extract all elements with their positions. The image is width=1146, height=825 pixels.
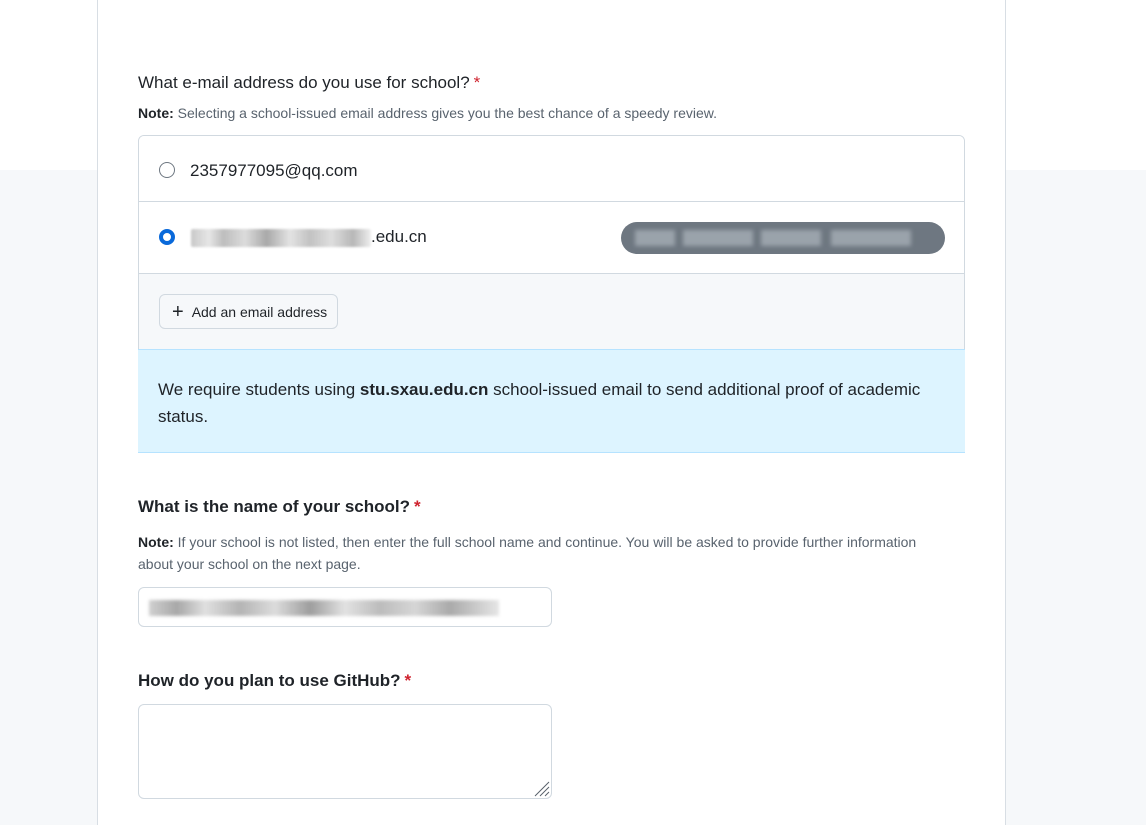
email-address-qq: 2357977095@qq.com: [190, 161, 358, 180]
required-mark: *: [404, 671, 412, 690]
redacted-school-name: [149, 600, 499, 616]
note-text: If your school is not listed, then enter…: [138, 534, 917, 572]
notice-prefix: We require students using: [158, 380, 360, 399]
email-radio-qq[interactable]: [159, 162, 175, 178]
email-question-label: What e-mail address do you use for schoo…: [138, 73, 480, 93]
email-option-qq[interactable]: 2357977095@qq.com: [139, 136, 964, 202]
email-note: Note: Selecting a school-issued email ad…: [138, 102, 717, 124]
email-question-text: What e-mail address do you use for schoo…: [138, 73, 470, 92]
school-question-text: What is the name of your school?: [138, 497, 411, 516]
plan-question-label: How do you plan to use GitHub? *: [138, 671, 411, 691]
redacted-email-prefix: [191, 229, 371, 247]
email-radio-edu[interactable]: [159, 229, 175, 245]
redacted-status-badge: [621, 222, 945, 254]
email-options-list: 2357977095@qq.com .edu.cn + Add an email…: [138, 135, 965, 350]
add-email-label: Add an email address: [191, 303, 328, 320]
note-label: Note:: [138, 105, 174, 121]
plan-question-text: How do you plan to use GitHub?: [138, 671, 401, 690]
add-email-button[interactable]: + Add an email address: [159, 294, 339, 329]
email-option-edu[interactable]: .edu.cn: [139, 202, 964, 274]
notice-domain: stu.sxau.edu.cn: [359, 380, 489, 399]
plus-icon: +: [172, 300, 184, 323]
academic-proof-notice: We require students using stu.sxau.edu.c…: [138, 349, 965, 453]
school-question-label: What is the name of your school? *: [138, 497, 421, 517]
add-email-area: + Add an email address: [139, 274, 964, 349]
school-note: Note: If your school is not listed, then…: [138, 531, 918, 575]
resize-grip-icon[interactable]: [532, 779, 550, 797]
note-label: Note:: [138, 534, 174, 550]
plan-usage-textarea[interactable]: [138, 704, 552, 799]
email-address-edu: .edu.cn: [371, 227, 427, 246]
school-name-input[interactable]: [138, 587, 552, 627]
note-text: Selecting a school-issued email address …: [173, 105, 717, 121]
required-mark: *: [473, 73, 481, 92]
required-mark: *: [414, 497, 421, 516]
